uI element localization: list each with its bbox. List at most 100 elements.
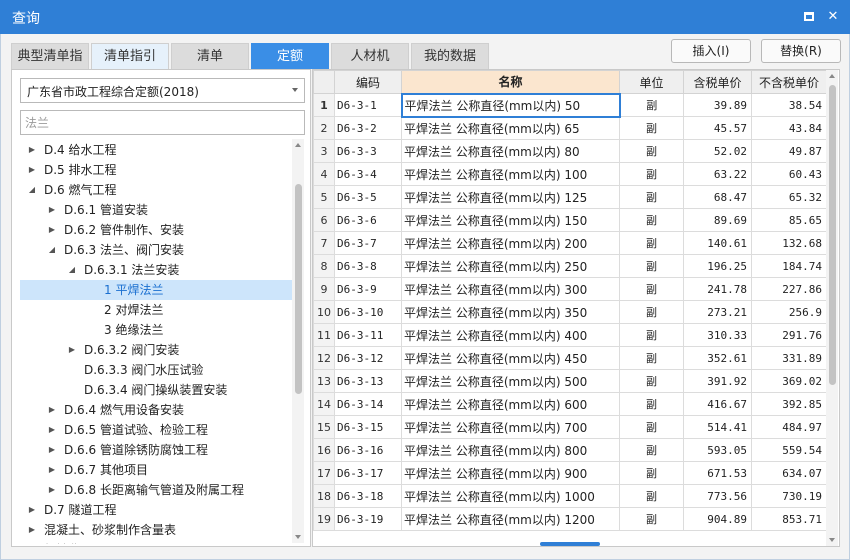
unit-cell[interactable]: 副: [619, 185, 684, 209]
name-cell[interactable]: 平焊法兰 公称直径(mm以内) 250: [401, 254, 620, 278]
code-cell[interactable]: D6-3-16: [334, 438, 402, 462]
tree-item[interactable]: ▶ D.6.4 燃气用设备安装: [20, 400, 292, 420]
code-cell[interactable]: D6-3-3: [334, 139, 402, 163]
price-notax-cell[interactable]: 132.68: [751, 231, 827, 255]
price-tax-cell[interactable]: 39.89: [683, 93, 752, 117]
scroll-down-icon[interactable]: [295, 535, 301, 539]
expand-caret-icon[interactable]: ▶: [46, 200, 58, 220]
name-cell[interactable]: 平焊法兰 公称直径(mm以内) 450: [401, 346, 620, 370]
tree-scroll-thumb[interactable]: [295, 184, 302, 394]
table-row[interactable]: 12 D6-3-12 平焊法兰 公称直径(mm以内) 450 副 352.61 331.8…: [313, 346, 827, 370]
price-tax-cell[interactable]: 89.69: [683, 208, 752, 232]
unit-cell[interactable]: 副: [619, 369, 684, 393]
unit-cell[interactable]: 副: [619, 300, 684, 324]
name-cell[interactable]: 平焊法兰 公称直径(mm以内) 65: [401, 116, 620, 140]
price-notax-cell[interactable]: 65.32: [751, 185, 827, 209]
header-price-notax[interactable]: 不含税单价: [751, 70, 827, 94]
name-cell[interactable]: 平焊法兰 公称直径(mm以内) 200: [401, 231, 620, 255]
price-notax-cell[interactable]: 38.54: [751, 93, 827, 117]
collapse-caret-icon[interactable]: ◢: [46, 240, 58, 260]
price-tax-cell[interactable]: 273.21: [683, 300, 752, 324]
row-number-cell[interactable]: 18: [313, 484, 335, 508]
row-number-cell[interactable]: 17: [313, 461, 335, 485]
price-tax-cell[interactable]: 63.22: [683, 162, 752, 186]
scroll-down-icon[interactable]: [829, 538, 835, 542]
row-number-cell[interactable]: 12: [313, 346, 335, 370]
tree-item[interactable]: D.6.3.4 阀门操纵装置安装: [20, 380, 292, 400]
code-cell[interactable]: D6-3-15: [334, 415, 402, 439]
tree-scrollbar[interactable]: [292, 139, 304, 543]
tree-item[interactable]: ▶ D.5 排水工程: [20, 160, 292, 180]
header-name[interactable]: 名称: [401, 70, 620, 94]
tree-item[interactable]: 1 平焊法兰: [20, 280, 292, 300]
row-number-cell[interactable]: 14: [313, 392, 335, 416]
table-scrollbar[interactable]: [826, 70, 838, 546]
tree-item[interactable]: ▶ D.6.5 管道试验、检验工程: [20, 420, 292, 440]
name-cell[interactable]: 平焊法兰 公称直径(mm以内) 700: [401, 415, 620, 439]
table-row[interactable]: 7 D6-3-7 平焊法兰 公称直径(mm以内) 200 副 140.61 132.68: [313, 231, 827, 255]
tab-quota[interactable]: 定额: [251, 43, 329, 69]
price-notax-cell[interactable]: 634.07: [751, 461, 827, 485]
table-scroll-thumb[interactable]: [829, 85, 836, 385]
price-notax-cell[interactable]: 559.54: [751, 438, 827, 462]
tree-item[interactable]: ▶ D.7 隧道工程: [20, 500, 292, 520]
price-notax-cell[interactable]: 392.85: [751, 392, 827, 416]
name-cell[interactable]: 平焊法兰 公称直径(mm以内) 125: [401, 185, 620, 209]
price-tax-cell[interactable]: 671.53: [683, 461, 752, 485]
code-cell[interactable]: D6-3-8: [334, 254, 402, 278]
tab-typical-list-guide[interactable]: 典型清单指引: [11, 43, 89, 90]
name-cell[interactable]: 平焊法兰 公称直径(mm以内) 350: [401, 300, 620, 324]
expand-caret-icon[interactable]: ▶: [46, 220, 58, 240]
tab-list-guide[interactable]: 清单指引: [91, 43, 169, 69]
header-price-tax[interactable]: 含税单价: [683, 70, 752, 94]
tree-item[interactable]: 2 对焊法兰: [20, 300, 292, 320]
price-notax-cell[interactable]: 184.74: [751, 254, 827, 278]
table-hscroll-thumb[interactable]: [540, 542, 600, 546]
tree-item[interactable]: ▶ D.6.6 管道除锈防腐蚀工程: [20, 440, 292, 460]
price-notax-cell[interactable]: 227.86: [751, 277, 827, 301]
table-row[interactable]: 18 D6-3-18 平焊法兰 公称直径(mm以内) 1000 副 773.56 730.…: [313, 484, 827, 508]
price-notax-cell[interactable]: 291.76: [751, 323, 827, 347]
price-notax-cell[interactable]: 85.65: [751, 208, 827, 232]
price-tax-cell[interactable]: 140.61: [683, 231, 752, 255]
table-row[interactable]: 13 D6-3-13 平焊法兰 公称直径(mm以内) 500 副 391.92 369.0…: [313, 369, 827, 393]
maximize-icon[interactable]: [801, 9, 817, 25]
table-row[interactable]: 2 D6-3-2 平焊法兰 公称直径(mm以内) 65 副 45.57 43.84: [313, 116, 827, 140]
price-tax-cell[interactable]: 196.25: [683, 254, 752, 278]
price-tax-cell[interactable]: 68.47: [683, 185, 752, 209]
tree-item[interactable]: ▶ 机械费用: [20, 540, 292, 544]
expand-caret-icon[interactable]: ▶: [26, 160, 38, 180]
table-row[interactable]: 1 D6-3-1 平焊法兰 公称直径(mm以内) 50 副 39.89 38.54: [313, 92, 827, 118]
table-row[interactable]: 3 D6-3-3 平焊法兰 公称直径(mm以内) 80 副 52.02 49.87: [313, 139, 827, 163]
unit-cell[interactable]: 副: [619, 323, 684, 347]
name-cell[interactable]: 平焊法兰 公称直径(mm以内) 1200: [401, 507, 620, 531]
row-number-cell[interactable]: 6: [313, 208, 335, 232]
row-number-cell[interactable]: 19: [313, 507, 335, 531]
name-cell[interactable]: 平焊法兰 公称直径(mm以内) 150: [401, 208, 620, 232]
tree-item[interactable]: ▶ D.4 给水工程: [20, 140, 292, 160]
tree-item[interactable]: ▶ D.6.3.2 阀门安装: [20, 340, 292, 360]
tree-item[interactable]: 3 绝缘法兰: [20, 320, 292, 340]
code-cell[interactable]: D6-3-1: [334, 93, 402, 117]
unit-cell[interactable]: 副: [619, 415, 684, 439]
name-cell[interactable]: 平焊法兰 公称直径(mm以内) 50: [400, 92, 621, 118]
unit-cell[interactable]: 副: [619, 461, 684, 485]
expand-caret-icon[interactable]: ▶: [26, 500, 38, 520]
replace-button[interactable]: 替换(R): [761, 39, 841, 63]
code-cell[interactable]: D6-3-13: [334, 369, 402, 393]
table-row[interactable]: 8 D6-3-8 平焊法兰 公称直径(mm以内) 250 副 196.25 184.74: [313, 254, 827, 278]
row-number-cell[interactable]: 7: [313, 231, 335, 255]
tree-item[interactable]: ▶ D.6.8 长距离输气管道及附属工程: [20, 480, 292, 500]
code-cell[interactable]: D6-3-11: [334, 323, 402, 347]
row-number-cell[interactable]: 15: [313, 415, 335, 439]
tree-item[interactable]: ◢ D.6.3.1 法兰安装: [20, 260, 292, 280]
close-icon[interactable]: ✕: [825, 9, 841, 25]
table-row[interactable]: 4 D6-3-4 平焊法兰 公称直径(mm以内) 100 副 63.22 60.43: [313, 162, 827, 186]
quota-library-select[interactable]: 广东省市政工程综合定额(2018): [20, 78, 305, 103]
row-number-cell[interactable]: 2: [313, 116, 335, 140]
price-notax-cell[interactable]: 853.71: [751, 507, 827, 531]
table-row[interactable]: 15 D6-3-15 平焊法兰 公称直径(mm以内) 700 副 514.41 484.9…: [313, 415, 827, 439]
price-notax-cell[interactable]: 484.97: [751, 415, 827, 439]
tab-labor-material-machine[interactable]: 人材机: [331, 43, 409, 69]
expand-caret-icon[interactable]: ▶: [66, 340, 78, 360]
